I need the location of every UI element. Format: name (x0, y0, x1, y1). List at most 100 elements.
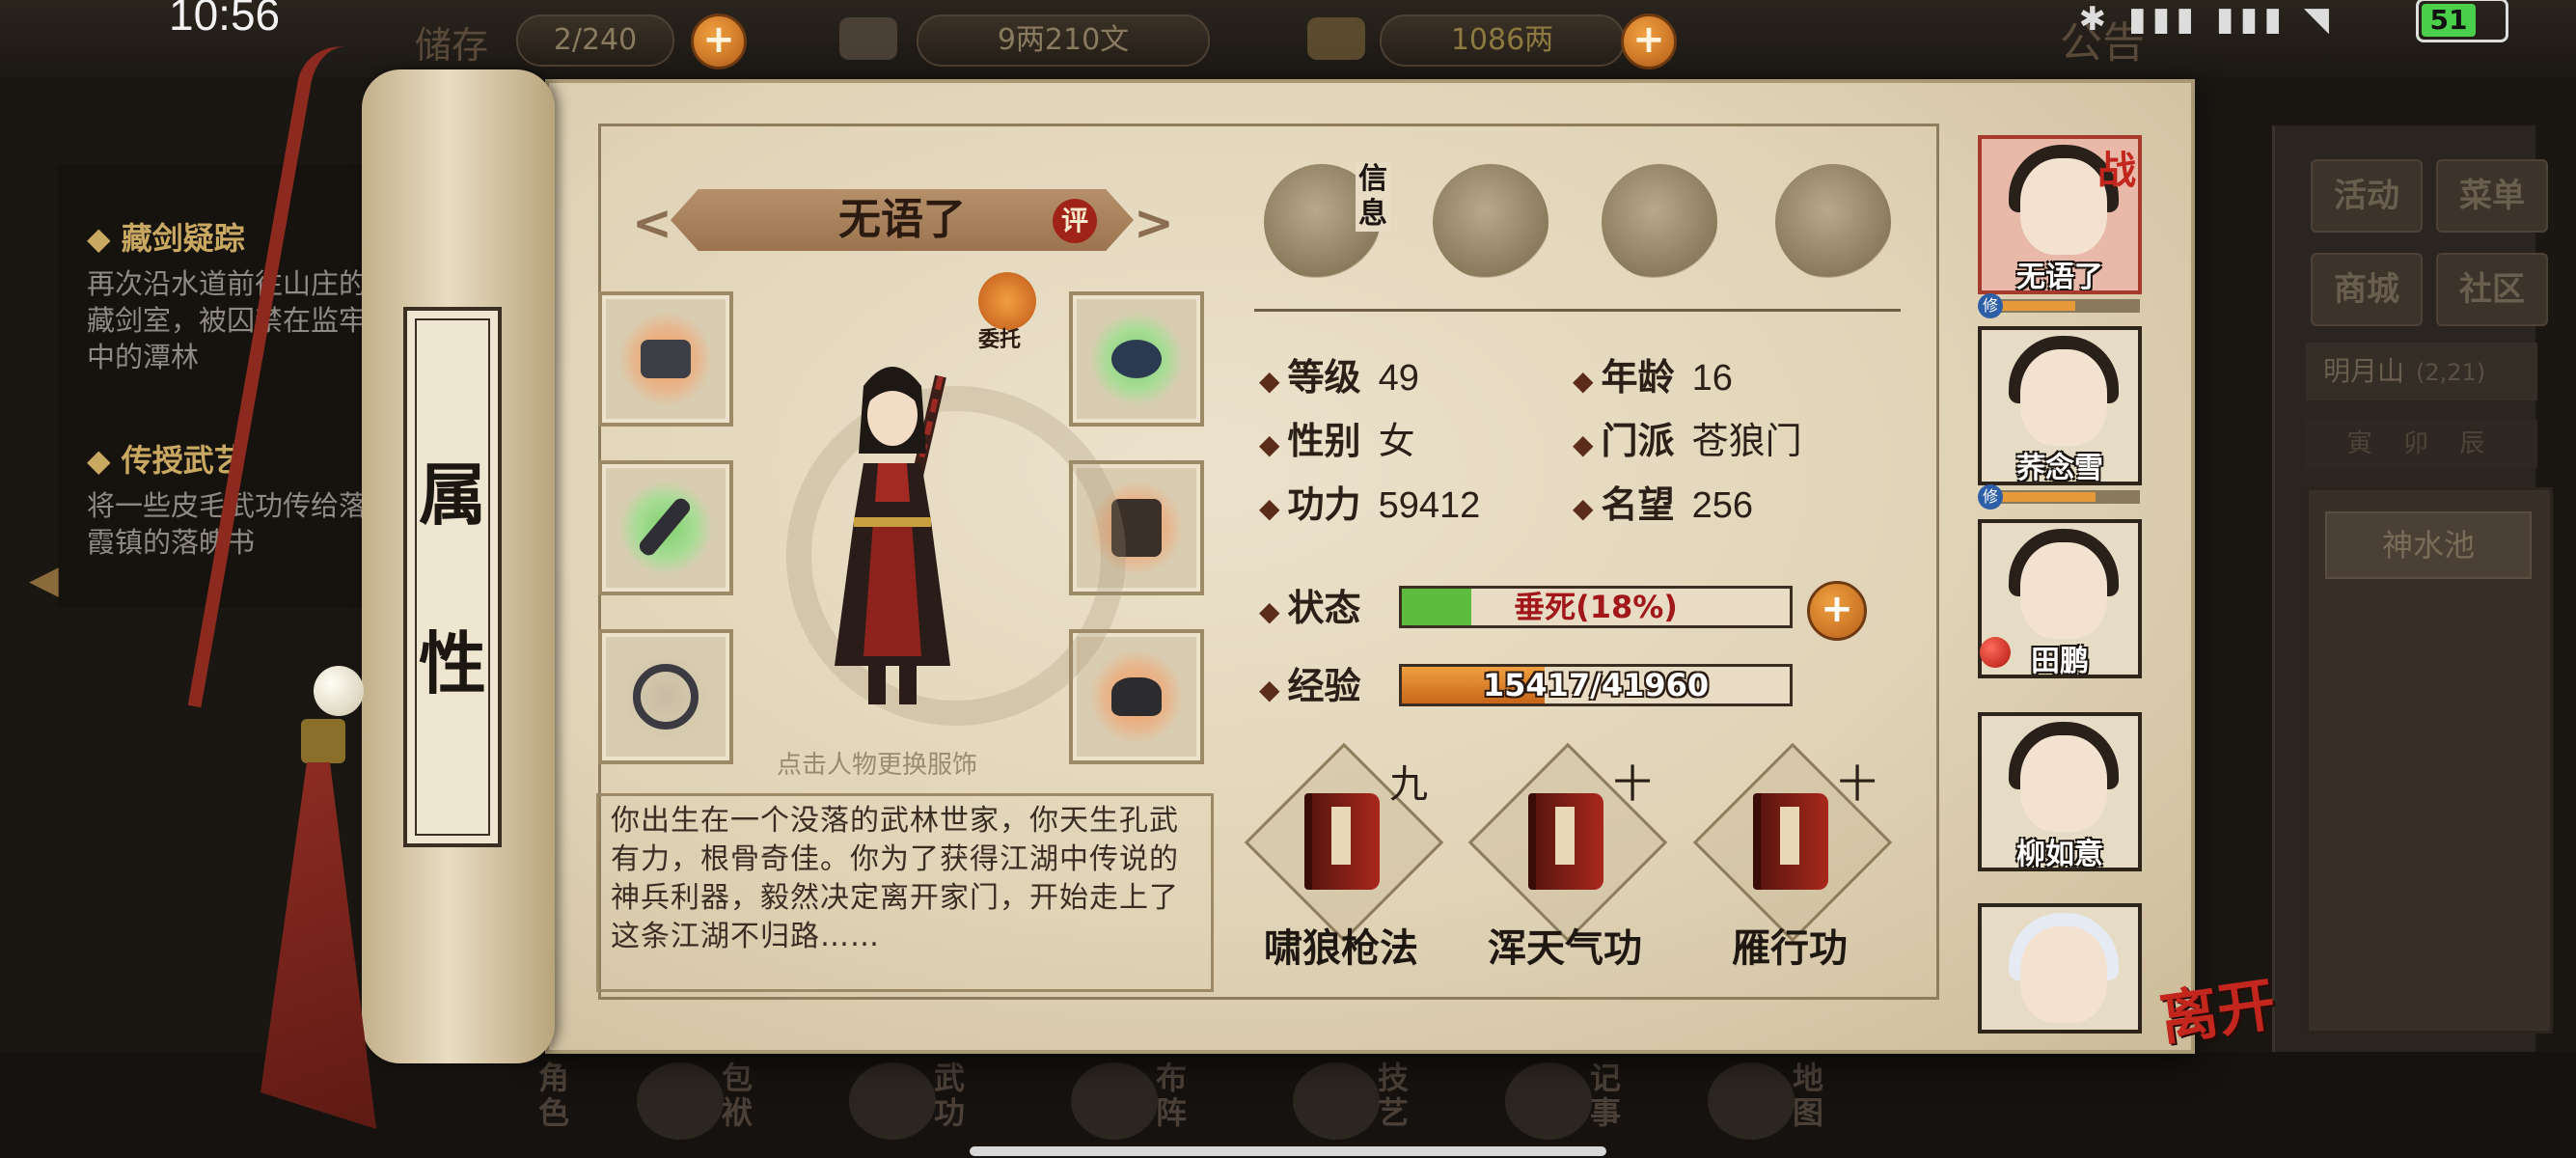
home-indicator[interactable] (970, 1146, 1606, 1156)
belt-icon (1111, 340, 1162, 378)
stat-age: ◆ 年龄 16 (1573, 356, 1733, 399)
skill-slot-1[interactable]: 九 啸狼枪法 (1244, 742, 1444, 994)
battery-level: 51 (2422, 4, 2476, 37)
nav-label: 地图 (1793, 1060, 1824, 1131)
red-tassel (260, 762, 376, 1129)
skill-slot-2[interactable]: 十 浑天气功 (1467, 742, 1668, 994)
bottom-nav (0, 1052, 2576, 1158)
skill-level: 九 (1389, 762, 1428, 807)
stat-fame: ◆ 名望 256 (1573, 483, 1753, 526)
meridian-tab-icon[interactable] (1775, 164, 1891, 280)
avatar (2020, 158, 2107, 255)
avatar (2020, 542, 2107, 639)
quest-title-text: 传授武艺 (121, 442, 245, 479)
quest-title-2[interactable]: ◆ 传授武艺 (87, 436, 245, 481)
entrust-icon (978, 272, 1036, 330)
nav-label: 布阵 (1156, 1060, 1188, 1131)
shop-button[interactable]: 商城 (2311, 253, 2423, 326)
skill-book-icon (1528, 793, 1603, 890)
leave-button[interactable]: 离开 (2154, 957, 2281, 1057)
nav-label: 角色 (538, 1060, 570, 1131)
gold-add-button[interactable]: + (1621, 14, 1677, 69)
bag-label: 储存 (415, 24, 489, 67)
member-xp-bar: 修 (1978, 484, 2140, 510)
equip-slot-belt[interactable] (1069, 291, 1204, 427)
quest-title-text: 藏剑疑踪 (121, 220, 245, 257)
activity-button[interactable]: 活动 (2311, 159, 2423, 233)
silver-amount: 9两210文 (917, 14, 1210, 67)
change-outfit-hint: 点击人物更换服饰 (777, 751, 978, 780)
ring-icon (633, 664, 699, 730)
skill-slot-3[interactable]: 十 雁行功 (1692, 742, 1893, 994)
member-name: 柳如意 (2016, 838, 2103, 871)
bag-add-button[interactable]: + (691, 14, 747, 69)
party-member-5[interactable] (1978, 903, 2142, 1034)
fame-value: 256 (1691, 485, 1753, 526)
nav-role[interactable]: 角色 (453, 1057, 608, 1148)
equip-slot-weapon[interactable] (598, 460, 733, 595)
gold-ingot-icon (1307, 17, 1365, 60)
helmet-icon (641, 340, 691, 378)
character-sprite[interactable] (796, 347, 989, 733)
skill-name: 浑天气功 (1488, 926, 1642, 971)
map-icon (1708, 1062, 1795, 1140)
battle-badge: 战 (2097, 148, 2136, 193)
nav-label: 包袱 (722, 1060, 754, 1131)
party-member-2[interactable]: 荞念雪 (1978, 326, 2142, 485)
equip-slot-ring[interactable] (598, 629, 733, 764)
age-value: 16 (1691, 358, 1733, 399)
entrust-button[interactable]: 委托 (974, 272, 1042, 352)
silver-icon (839, 17, 897, 60)
scroll-tab-icon[interactable] (1433, 164, 1548, 280)
bead-cap (301, 719, 345, 763)
nav-skill[interactable]: 技艺 (1293, 1057, 1447, 1148)
jade-bead (314, 666, 364, 716)
rate-badge[interactable]: 评 (1053, 199, 1097, 243)
avatar (2020, 926, 2107, 1023)
quest-title-1[interactable]: ◆ 藏剑疑踪 (87, 214, 245, 259)
state-text: 垂死(18%) (1514, 589, 1678, 625)
info-tab-label: 信息 (1356, 162, 1390, 232)
party-member-4[interactable]: 柳如意 (1978, 712, 2142, 871)
heal-button[interactable]: + (1807, 581, 1867, 641)
state-bar: 垂死(18%) (1399, 586, 1793, 628)
scroll-title-char: 属 (419, 455, 486, 535)
banner-right-ornament: > (1134, 195, 1174, 251)
member-name: 无语了 (2016, 261, 2103, 294)
hero-name[interactable]: 无语了 (777, 191, 1028, 249)
equip-slot-head[interactable] (598, 291, 733, 427)
community-button[interactable]: 社区 (2436, 253, 2548, 326)
nav-journal[interactable]: 记事 (1505, 1057, 1659, 1148)
member-name: 荞念雪 (2016, 452, 2103, 485)
gender-value: 女 (1378, 422, 1415, 462)
cultivate-badge: 修 (1978, 484, 2003, 510)
exp-bar: 15417/41960 (1399, 664, 1793, 706)
stat-sect: ◆ 门派 苍狼门 (1573, 420, 1802, 462)
taiji-icon (1071, 1062, 1158, 1140)
pool-button[interactable]: 神水池 (2325, 511, 2532, 579)
scroll-title-char: 性 (419, 623, 486, 703)
time-tabs[interactable]: 寅 卯 辰 (2306, 420, 2537, 468)
banner-left-ornament: < (632, 195, 672, 251)
cultivate-badge: 修 (1978, 293, 2003, 318)
collapse-arrow-icon[interactable]: ◀ (29, 558, 59, 602)
nav-bag[interactable]: 包袱 (637, 1057, 791, 1148)
location-coord: (2,21) (2416, 359, 2486, 386)
spear-icon (636, 495, 694, 559)
nav-map[interactable]: 地图 (1708, 1057, 1862, 1148)
gold-amount: 1086两 (1380, 14, 1625, 67)
quest-text-1: 再次沿水道前往山庄的藏剑室，被囚禁在监牢中的潭林 (87, 267, 368, 373)
location-name: 明月山 (2323, 355, 2405, 387)
battery-icon: 51 (2416, 0, 2508, 42)
menu-button[interactable]: 菜单 (2436, 159, 2548, 233)
stat-exp-label: ◆ 经验 (1259, 665, 1361, 707)
stat-gender: ◆ 性别女 (1259, 420, 1415, 462)
bag-capacity: 2/240 (516, 14, 674, 67)
exp-text: 15417/41960 (1482, 667, 1710, 703)
power-value: 59412 (1378, 485, 1481, 526)
bagua-tab-icon[interactable] (1602, 164, 1717, 280)
party-member-1[interactable]: 战 无语了 (1978, 135, 2142, 294)
scroll-title: 属 性 (403, 307, 502, 847)
nav-formation[interactable]: 布阵 (1071, 1057, 1225, 1148)
nav-martial[interactable]: 武功 (849, 1057, 1003, 1148)
